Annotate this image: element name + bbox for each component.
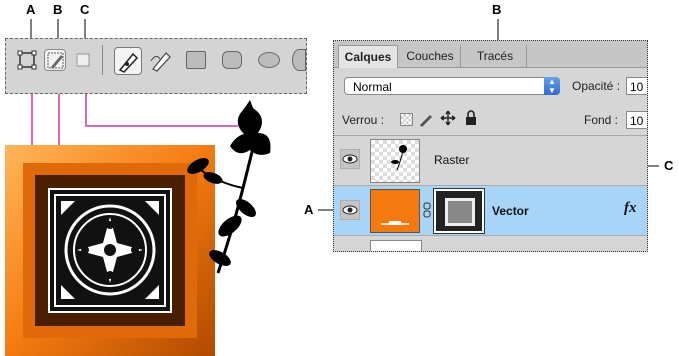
polygon-icon[interactable]	[292, 49, 306, 71]
fill-pixels-icon[interactable]	[72, 49, 94, 71]
paths-icon[interactable]	[44, 49, 66, 71]
layer-row-raster[interactable]: Raster	[334, 135, 647, 185]
ellipse-icon[interactable]	[258, 52, 280, 68]
tab-traces[interactable]: Tracés	[464, 45, 527, 67]
lock-position-move-icon[interactable]	[440, 110, 456, 126]
tab-calques[interactable]: Calques	[338, 45, 398, 68]
fill-label: Fond :	[584, 113, 619, 127]
freeform-pen-icon[interactable]	[148, 47, 176, 75]
shape-layers-icon[interactable]	[16, 49, 38, 71]
lock-image-brush-icon[interactable]	[418, 111, 434, 127]
flower-silhouette	[187, 100, 271, 274]
lock-all-icon[interactable]	[464, 110, 478, 126]
rounded-rectangle-icon[interactable]	[222, 51, 242, 69]
tab-couches[interactable]: Couches	[400, 45, 461, 67]
shape-toolbar	[5, 38, 307, 94]
layer-name-raster: Raster	[434, 153, 470, 167]
pen-tool-icon[interactable]	[114, 47, 142, 75]
vector-mask-thumbnail	[433, 188, 485, 234]
select-arrows-icon: ▲ ▼	[544, 77, 560, 95]
callout-c-panel-label: C	[664, 158, 674, 173]
opacity-label: Opacité :	[572, 79, 621, 93]
blend-mode-value: Normal	[353, 80, 392, 94]
layer-row-vector[interactable]: Vector fx	[334, 185, 647, 235]
partial-layer-thumbnail	[370, 240, 422, 251]
visibility-eye-icon[interactable]	[340, 149, 360, 169]
vector-fill-thumbnail	[370, 189, 420, 233]
lock-transparency-icon[interactable]	[400, 113, 413, 126]
layer-row-partial[interactable]	[334, 235, 647, 251]
raster-thumbnail	[370, 139, 420, 183]
rectangle-icon[interactable]	[186, 51, 206, 69]
fx-icon[interactable]: fx	[624, 200, 637, 217]
link-chain-icon[interactable]	[422, 202, 432, 218]
callout-a-panel-label: A	[304, 202, 314, 217]
lock-label: Verrou :	[342, 113, 385, 127]
layer-name-vector: Vector	[492, 204, 529, 218]
blend-mode-select[interactable]: Normal ▲ ▼	[344, 77, 560, 95]
toolbar-divider	[102, 45, 103, 75]
fill-field[interactable]: 10	[626, 111, 647, 129]
callout-b-panel-label: B	[492, 2, 502, 17]
visibility-eye-icon[interactable]	[340, 200, 360, 220]
opacity-field[interactable]: 10	[626, 77, 647, 95]
layers-panel: Calques Couches Tracés Normal ▲ ▼ Opacité…	[333, 40, 648, 252]
